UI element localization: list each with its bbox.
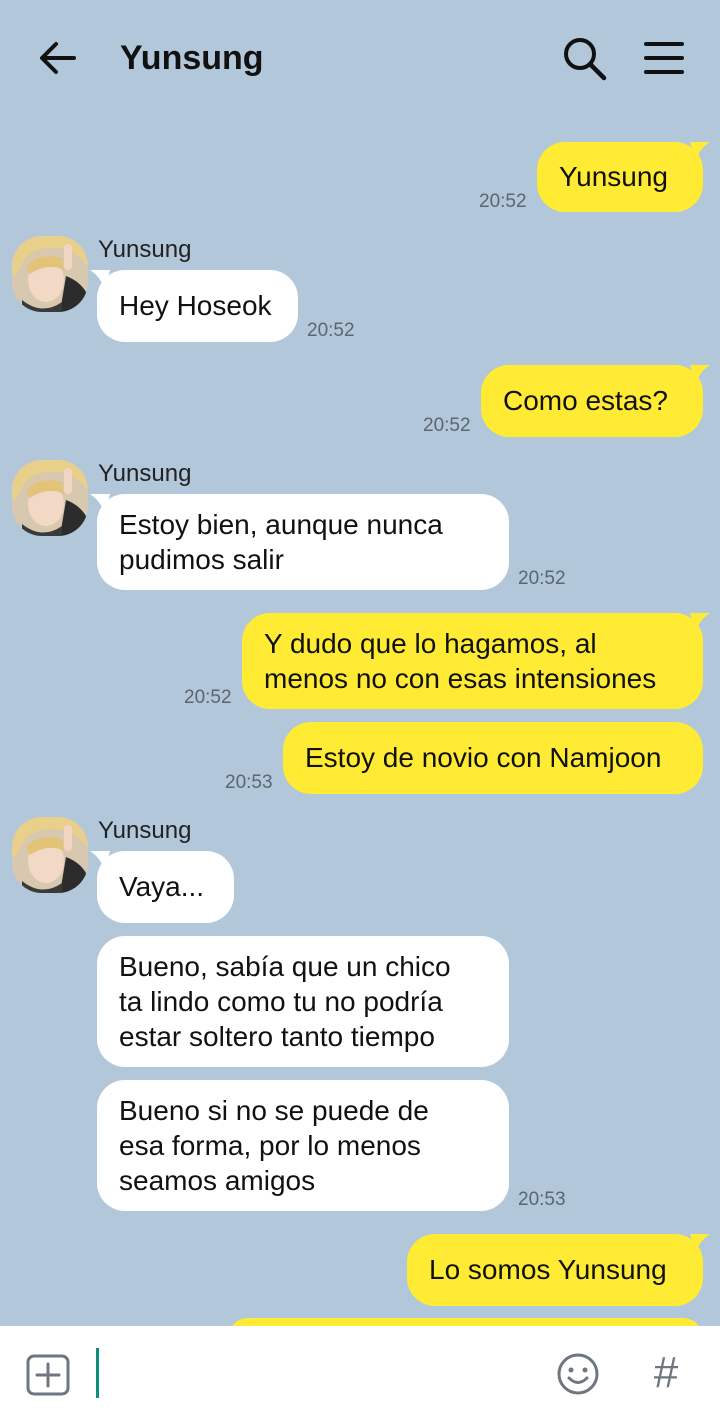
search-icon[interactable] xyxy=(560,34,608,82)
message-time: 20:53 xyxy=(225,772,273,793)
chat-title: Yunsung xyxy=(120,39,264,77)
message-text: menos no con esas intensiones xyxy=(264,663,657,694)
message-text: Hey Hoseok xyxy=(119,290,272,321)
message-text: Como estas? xyxy=(503,385,668,416)
back-arrow-icon[interactable] xyxy=(36,36,80,80)
avatar[interactable] xyxy=(12,236,88,312)
message-text: Bueno si no se puede de xyxy=(119,1095,429,1126)
bubble-tail xyxy=(90,851,110,871)
their-message-bubble[interactable]: Estoy bien, aunque nunca pudimos salir xyxy=(97,494,509,590)
message-text: Y dudo que lo hagamos, al xyxy=(264,628,597,659)
message-input[interactable] xyxy=(96,1348,99,1398)
their-message-bubble[interactable]: Bueno, sabía que un chico ta lindo como … xyxy=(97,936,509,1067)
message-composer: # xyxy=(0,1326,720,1422)
avatar[interactable] xyxy=(12,817,88,893)
their-message-bubble[interactable]: Vaya... xyxy=(97,851,234,923)
my-message-bubble[interactable]: Y dudo que lo hagamos, al menos no con e… xyxy=(242,613,703,709)
message-time: 20:53 xyxy=(518,1189,566,1210)
message-text: Yunsung xyxy=(559,161,668,192)
message-text: seamos amigos xyxy=(119,1165,316,1196)
message-text: ta lindo como tu no podría xyxy=(119,986,443,1017)
message-text: estar soltero tanto tiempo xyxy=(119,1021,435,1052)
my-message-bubble[interactable]: Yunsung xyxy=(537,142,703,212)
avatar[interactable] xyxy=(12,460,88,536)
message-text: esa forma, por lo menos xyxy=(119,1130,421,1161)
emoji-icon[interactable] xyxy=(556,1352,600,1396)
bubble-tail xyxy=(90,494,110,514)
message-text: Estoy bien, aunque nunca xyxy=(119,509,443,540)
message-text: pudimos salir xyxy=(119,544,284,575)
message-time: 20:52 xyxy=(307,320,355,341)
their-message-bubble[interactable]: Hey Hoseok xyxy=(97,270,298,342)
sender-name: Yunsung xyxy=(98,817,192,844)
message-text: Vaya... xyxy=(119,871,205,902)
sender-name: Yunsung xyxy=(98,236,192,263)
their-message-bubble[interactable]: Bueno si no se puede de esa forma, por l… xyxy=(97,1080,509,1211)
chat-screen: Yunsung 20:52 Yunsung Yunsung Hey Hoseok… xyxy=(0,0,720,1422)
message-time: 20:52 xyxy=(423,415,471,436)
menu-icon[interactable] xyxy=(642,36,686,80)
message-time: 20:52 xyxy=(479,191,527,212)
message-text: Lo somos Yunsung xyxy=(429,1254,667,1285)
my-message-bubble[interactable]: Estoy de novio con Namjoon xyxy=(283,722,703,794)
bubble-tail xyxy=(690,142,710,162)
message-text: Bueno, sabía que un chico xyxy=(119,951,451,982)
add-attachment-icon[interactable] xyxy=(26,1354,70,1396)
bubble-tail xyxy=(690,1234,710,1254)
my-message-bubble[interactable]: Como estas? xyxy=(481,365,703,437)
hashtag-icon[interactable]: # xyxy=(646,1348,686,1398)
sender-name: Yunsung xyxy=(98,460,192,487)
my-message-bubble[interactable]: Lo somos Yunsung xyxy=(407,1234,703,1306)
message-text: Estoy de novio con Namjoon xyxy=(305,742,662,773)
bubble-tail xyxy=(90,270,110,290)
bubble-tail xyxy=(690,365,710,385)
message-time: 20:52 xyxy=(184,687,232,708)
chat-header: Yunsung xyxy=(0,0,720,116)
bubble-tail xyxy=(690,613,710,633)
message-time: 20:52 xyxy=(518,568,566,589)
